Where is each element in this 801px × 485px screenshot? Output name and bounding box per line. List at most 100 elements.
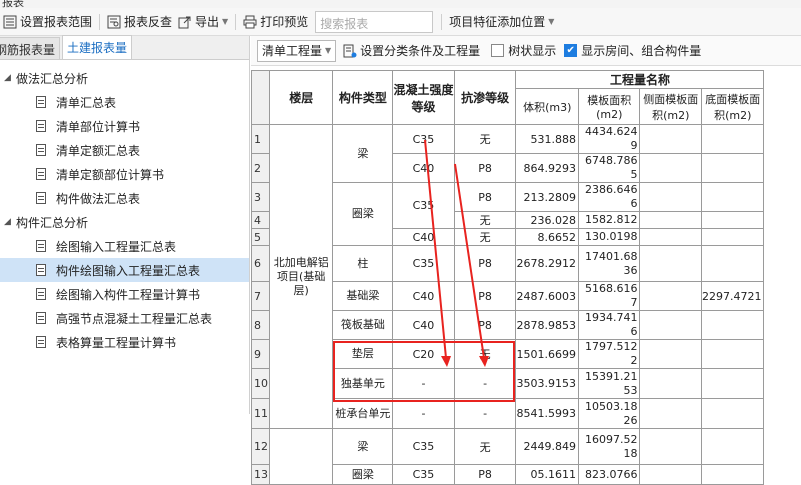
feature-position-dropdown[interactable]: 项目特征添加位置 ▼ [446,11,557,33]
table-row[interactable]: 1 北加电解铝项目(基础层) 梁 C35 无 531.888 4434.6249 [251,124,801,429]
side-form-cell[interactable] [639,211,702,229]
bottom-form-cell[interactable] [700,339,765,369]
print-preview-button[interactable]: 打印预览 [240,11,311,33]
column-header-seep[interactable]: 抗渗等级 [453,70,517,125]
grade-cell[interactable]: C35 [392,245,455,282]
form-area-cell[interactable]: 16097.5218 [577,428,641,465]
side-form-cell[interactable] [639,228,702,246]
type-cell[interactable]: 基础梁 [332,281,394,311]
form-area-cell[interactable]: 5168.6167 [577,281,641,311]
form-area-cell[interactable]: 1797.5122 [577,339,641,369]
type-cell[interactable]: 圈梁 [332,182,394,246]
seep-cell[interactable]: 无 [453,124,517,154]
grade-cell[interactable]: - [392,368,455,399]
tree-item-selected[interactable]: 构件绘图输入工程量汇总表 [0,258,249,282]
tree-item[interactable]: 清单定额汇总表 [0,138,249,162]
grade-cell[interactable]: C40 [392,281,455,311]
side-form-cell[interactable] [639,281,702,311]
tree-item[interactable]: 高强节点混凝土工程量汇总表 [0,306,249,330]
column-header-bottom[interactable]: 底面模板面积(m2) [700,88,765,125]
tree-item[interactable]: 构件做法汇总表 [0,186,249,210]
tree-item[interactable]: 绘图输入构件工程量计算书 [0,282,249,306]
bottom-form-cell[interactable] [700,245,765,282]
bottom-form-cell[interactable] [700,428,765,465]
form-area-cell[interactable]: 15391.2153 [577,368,641,399]
volume-cell[interactable]: 531.888 [515,124,579,154]
export-button[interactable]: 导出 ▼ [175,11,231,33]
type-cell[interactable]: 垫层 [332,339,394,369]
report-search-input[interactable]: 搜索报表 [315,10,434,33]
report-reverse-lookup-button[interactable]: 报表反查 [104,11,175,33]
grade-cell[interactable]: C35 [392,124,455,154]
tree-group-component-summary[interactable]: ◢ 构件汇总分析 [0,210,249,234]
tree-item[interactable]: 清单部位计算书 [0,114,249,138]
table-row[interactable]: 10 独基单元 - -3503.9153 15391.2153 [251,368,801,399]
floor-cell[interactable] [268,428,334,485]
table-row[interactable]: 3 圈梁 C35 P8 213.2809 2386.6466 [251,182,801,246]
grade-cell[interactable]: C20 [392,339,455,369]
form-area-cell[interactable]: 130.0198 [577,228,641,246]
bottom-form-cell[interactable] [700,310,765,340]
column-header-grade[interactable]: 混凝土强度等级 [392,70,455,125]
seep-cell[interactable]: P8 [453,182,517,212]
column-header-vol[interactable]: 体积(m3) [515,88,579,125]
tab-civil-report[interactable]: 土建报表量 [62,35,133,59]
seep-cell[interactable]: P8 [453,153,517,183]
type-cell[interactable]: 柱 [332,245,394,282]
volume-cell[interactable]: 3503.9153 [515,368,579,399]
grade-cell[interactable]: C35 [392,182,455,229]
table-row[interactable]: 9 垫层 C20 无 1501.6699 1797.5122 [251,339,801,369]
side-form-cell[interactable] [639,153,702,183]
form-area-cell[interactable]: 17401.6836 [577,245,641,282]
table-row[interactable]: 6 柱 C35 P8 2678.2912 17401.6836 [251,245,801,282]
grade-cell[interactable]: C40 [392,153,455,183]
seep-cell[interactable]: - [453,368,517,399]
show-rooms-checkbox[interactable]: ✔ [564,44,578,57]
seep-cell[interactable]: 无 [453,339,517,369]
side-form-cell[interactable] [639,124,702,154]
tree-item[interactable]: 绘图输入工程量汇总表 [0,234,249,258]
bottom-form-cell[interactable]: 2297.4721 [700,281,765,311]
quantity-type-select[interactable]: 清单工程量 ▼ [257,39,337,62]
bottom-form-cell[interactable] [700,368,765,399]
volume-cell[interactable]: 2878.9853 [515,310,579,340]
volume-cell[interactable]: 2487.6003 [515,281,579,311]
table-row[interactable]: 7 基础梁 C40 P8 2487.6003 5168.6167 2297.4721 [251,281,801,311]
seep-cell[interactable]: 无 [453,228,517,246]
column-header-side[interactable]: 侧面模板面积(m2) [639,88,702,125]
volume-cell[interactable]: 2449.849 [515,428,579,465]
collapse-icon[interactable]: ◢ [4,73,16,83]
type-cell[interactable]: 独基单元 [332,368,394,399]
bottom-form-cell[interactable] [700,124,765,154]
seep-cell[interactable]: P8 [453,245,517,282]
seep-cell[interactable]: P8 [453,281,517,311]
floor-cell[interactable]: 北加电解铝项目(基础层) [268,124,334,429]
grade-cell[interactable]: C40 [392,228,455,246]
seep-cell[interactable]: 无 [453,211,517,229]
tree-display-checkbox[interactable] [491,44,505,57]
bottom-form-cell[interactable] [700,211,765,229]
side-form-cell[interactable] [639,182,702,212]
column-header-floor[interactable]: 楼层 [268,70,334,125]
bottom-form-cell[interactable] [700,153,765,183]
type-cell[interactable]: 梁 [332,124,394,183]
side-form-cell[interactable] [639,245,702,282]
side-form-cell[interactable] [639,428,702,465]
seep-cell[interactable]: P8 [453,464,517,485]
volume-cell[interactable]: 236.028 [515,211,579,229]
volume-cell[interactable]: 8.6652 [515,228,579,246]
side-form-cell[interactable] [639,310,702,340]
bottom-form-cell[interactable] [700,464,765,485]
volume-cell[interactable]: 213.2809 [515,182,579,212]
set-report-range-button[interactable]: 设置报表范围 [0,11,95,33]
form-area-cell[interactable]: 1582.812 [577,211,641,229]
column-header-type[interactable]: 构件类型 [332,70,394,125]
form-area-cell[interactable]: 6748.7865 [577,153,641,183]
form-area-cell[interactable]: 823.0766 [577,464,641,485]
volume-cell[interactable]: 1501.6699 [515,339,579,369]
type-cell[interactable]: 梁 [332,428,394,465]
grade-cell[interactable]: C35 [392,464,455,485]
grade-cell[interactable]: C35 [392,428,455,465]
side-form-cell[interactable] [639,368,702,399]
table-row[interactable]: 8 筏板基础 C40 P8 2878.9853 1934.7416 [251,310,801,340]
